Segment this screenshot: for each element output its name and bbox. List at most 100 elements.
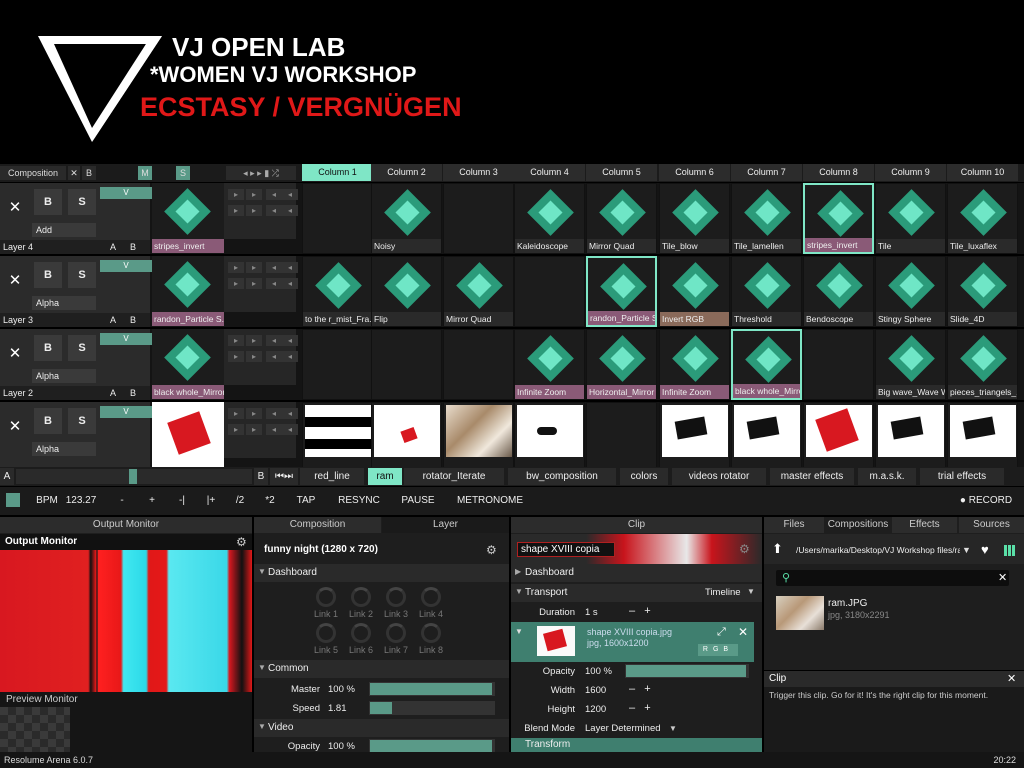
timeline-dropdown[interactable]: Timeline	[705, 587, 741, 598]
link-knob[interactable]	[316, 623, 336, 643]
layer-clear-button[interactable]: ✕	[4, 343, 26, 365]
clear-search-icon[interactable]: ✕	[998, 571, 1007, 584]
transport-button[interactable]: ▸	[246, 351, 262, 362]
layer-crossfade-b[interactable]: B	[130, 240, 136, 254]
clip-cell[interactable]: Tile_blow	[659, 183, 730, 254]
clip-dashboard-section[interactable]: Dashboard	[511, 564, 762, 582]
transport-button[interactable]: ◂	[282, 335, 298, 346]
clip-cell[interactable]	[514, 402, 585, 473]
duration-stepper[interactable]: – +	[629, 605, 651, 617]
opacity-value[interactable]: 100 %	[328, 741, 358, 752]
file-name[interactable]: ram.JPG	[828, 598, 867, 609]
layer-bypass-button[interactable]: B	[34, 189, 62, 215]
transport-button[interactable]: ▸	[246, 408, 262, 419]
master-slider[interactable]	[369, 682, 495, 696]
clip-name-field[interactable]: shape XVIII copia	[517, 542, 615, 557]
layer-video-fader[interactable]: V	[100, 406, 152, 418]
link-knob[interactable]	[421, 587, 441, 607]
metronome-button[interactable]: METRONOME	[454, 492, 526, 510]
layer-crossfade-a[interactable]: A	[110, 240, 116, 254]
record-button[interactable]: ● RECORD	[956, 492, 1016, 510]
dashboard-section[interactable]: Dashboard	[254, 564, 509, 582]
layer-blend-dropdown[interactable]: Alpha	[32, 442, 96, 456]
tab-layer[interactable]: Layer	[382, 517, 509, 533]
transport-button[interactable]: ▸	[246, 278, 262, 289]
transport-button[interactable]: ◂	[266, 278, 282, 289]
column-header-8[interactable]: Column 8	[803, 164, 874, 181]
transport-button[interactable]: ◂	[266, 351, 282, 362]
link-knob[interactable]	[351, 587, 371, 607]
clip-cell[interactable]: Horizontal_Mirror	[586, 329, 657, 400]
column-header-10[interactable]: Column 10	[947, 164, 1018, 181]
link-knob[interactable]	[351, 623, 371, 643]
transport-button[interactable]: ◂	[282, 205, 298, 216]
column-header-7[interactable]: Column 7	[731, 164, 802, 181]
master-value[interactable]: 100 %	[328, 684, 358, 695]
clip-cell[interactable]: Mirror Quad	[443, 256, 514, 327]
layer-video-fader[interactable]: V	[100, 333, 152, 345]
files-tab-0[interactable]: Files	[764, 517, 824, 533]
clip-cell[interactable]	[302, 329, 373, 400]
link-knob[interactable]	[386, 587, 406, 607]
height-stepper[interactable]: – +	[629, 702, 651, 714]
transport-button[interactable]: ▸	[228, 408, 244, 419]
crossfader-a[interactable]: A	[0, 468, 14, 485]
crossfader-handle[interactable]	[129, 469, 137, 484]
bpm-value[interactable]: 123.27	[62, 492, 100, 510]
bpm-plus-button[interactable]: +	[140, 492, 164, 510]
close-icon[interactable]: ✕	[738, 625, 748, 639]
layer-crossfade-a[interactable]: A	[110, 313, 116, 327]
layer-bypass-button[interactable]: B	[34, 262, 62, 288]
transport-button[interactable]: ▸	[246, 189, 262, 200]
r-toggle[interactable]: R	[703, 646, 713, 653]
files-tab-3[interactable]: Sources	[959, 517, 1024, 533]
clip-cell[interactable]	[659, 402, 730, 473]
up-arrow-icon[interactable]: ⬆	[772, 541, 783, 557]
deck-tab-8[interactable]: trial effects	[920, 468, 1004, 485]
deck-tab-6[interactable]: master effects	[770, 468, 854, 485]
resync-button[interactable]: RESYNC	[334, 492, 384, 510]
files-path[interactable]: /Users/marika/Desktop/VJ Workshop files/…	[796, 545, 960, 555]
transport-button[interactable]: ◂	[266, 335, 282, 346]
pause-button[interactable]: PAUSE	[396, 492, 440, 510]
composition-solo-button[interactable]: S	[176, 166, 190, 180]
layer-crossfade-b[interactable]: B	[130, 386, 136, 400]
clip-cell[interactable]	[371, 329, 442, 400]
column-header-2[interactable]: Column 2	[371, 164, 442, 181]
clip-cell[interactable]	[443, 402, 514, 473]
layer-blend-dropdown[interactable]: Alpha	[32, 369, 96, 383]
clip-cell[interactable]: Infinite Zoom	[514, 329, 585, 400]
files-search-input[interactable]	[776, 570, 1009, 586]
transport-button[interactable]: ◂	[266, 189, 282, 200]
layer-bypass-button[interactable]: B	[34, 408, 62, 434]
layer-blend-dropdown[interactable]: Add	[32, 223, 96, 237]
bpm-half-button[interactable]: /2	[228, 492, 252, 510]
clip-opacity-slider[interactable]	[625, 664, 749, 678]
blend-mode-dropdown[interactable]: Layer Determined	[585, 723, 669, 734]
clip-gear-icon[interactable]: ⚙	[739, 542, 750, 556]
deck-tab-2[interactable]: rotator_Iterate	[404, 468, 504, 485]
clip-cell[interactable]: Big wave_Wave Warp	[875, 329, 946, 400]
column-header-4[interactable]: Column 4	[514, 164, 585, 181]
transport-button[interactable]: ◂	[282, 408, 298, 419]
output-settings-gear-icon[interactable]: ⚙	[236, 535, 247, 549]
transport-button[interactable]: ▸	[228, 278, 244, 289]
transport-button[interactable]: ◂	[282, 189, 298, 200]
layer-clear-button[interactable]: ✕	[4, 416, 26, 438]
deck-tab-5[interactable]: videos rotator	[672, 468, 766, 485]
clip-cell[interactable]	[875, 402, 946, 473]
clip-cell[interactable]: Noisy	[371, 183, 442, 254]
column-header-6[interactable]: Column 6	[659, 164, 730, 181]
column-header-5[interactable]: Column 5	[586, 164, 657, 181]
transport-button[interactable]: ◂	[266, 262, 282, 273]
layer-video-fader[interactable]: V	[100, 260, 152, 272]
chevron-down-icon[interactable]: ▼	[962, 545, 971, 555]
clip-cell[interactable]: Slide_4D	[947, 256, 1018, 327]
deck-tab-3[interactable]: bw_composition	[508, 468, 616, 485]
layer-solo-button[interactable]: S	[68, 262, 96, 288]
column-header-9[interactable]: Column 9	[875, 164, 946, 181]
layer-solo-button[interactable]: S	[68, 408, 96, 434]
grid-view-icon[interactable]	[1004, 545, 1015, 556]
transport-button[interactable]: ▸	[246, 205, 262, 216]
column-header-1[interactable]: Column 1	[302, 164, 373, 181]
